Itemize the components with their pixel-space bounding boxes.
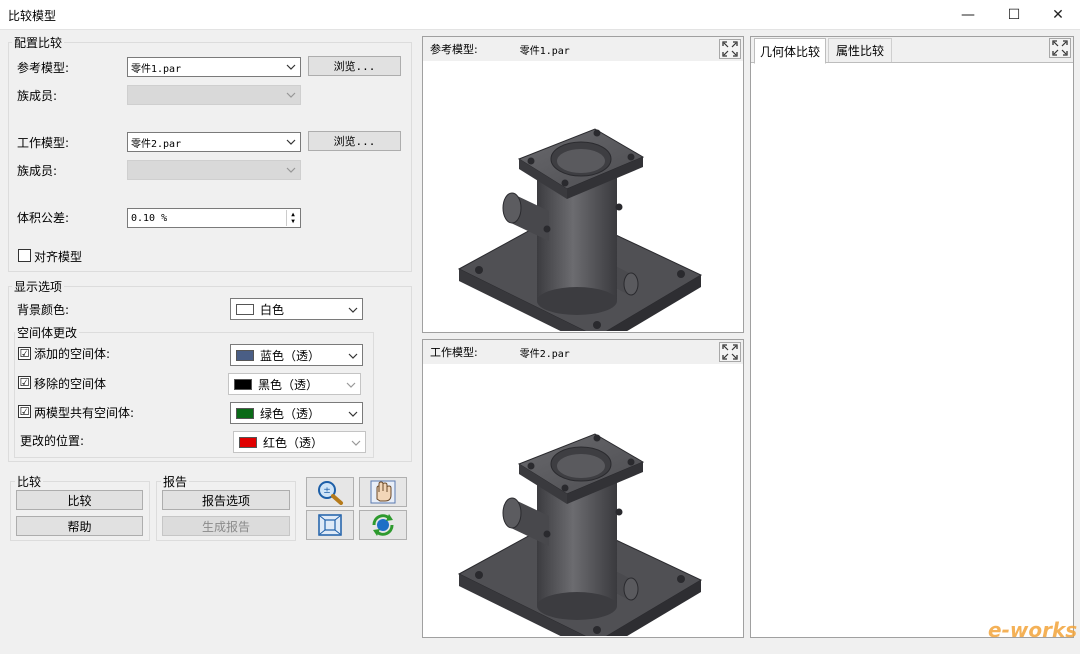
generate-report-button[interactable]: 生成报告 (162, 516, 290, 536)
pan-button[interactable] (359, 477, 407, 507)
chevron-down-icon (286, 64, 296, 70)
ref-model-select[interactable]: 零件1.par (127, 57, 301, 77)
ref-viewer-file: 零件1.par (519, 45, 570, 57)
watermark-logo: e-works (988, 618, 1078, 642)
green-swatch (236, 407, 254, 419)
work-model-value: 零件2.par (131, 138, 182, 150)
spinner-arrows-icon[interactable]: ▲ ▼ (286, 210, 299, 226)
removed-volume-color-select[interactable]: 黑色（透） (228, 373, 361, 395)
maximize-view-icon (1052, 40, 1068, 56)
tab-properties[interactable]: 属性比较 (828, 38, 892, 62)
ref-viewer[interactable]: 参考模型: 零件1.par (422, 36, 744, 333)
work-family-select[interactable] (127, 160, 301, 180)
help-button[interactable]: 帮助 (16, 516, 143, 536)
svg-text:±: ± (323, 486, 331, 496)
maximize-button[interactable]: ☐ (992, 0, 1036, 30)
added-volume-color-select[interactable]: 蓝色（透） (230, 344, 363, 366)
tab-geometry[interactable]: 几何体比较 (754, 38, 826, 64)
work-model-select[interactable]: 零件2.par (127, 132, 301, 152)
work-model-label: 工作模型: (17, 136, 70, 150)
results-panel: 几何体比较 属性比较 (750, 36, 1074, 638)
ref-model-label: 参考模型: (17, 61, 70, 75)
blue-swatch (236, 349, 254, 361)
tolerance-label: 体积公差: (17, 211, 70, 225)
close-button[interactable]: ✕ (1036, 0, 1080, 30)
bg-color-value: 白色 (260, 302, 285, 317)
work-viewer-file: 零件2.par (519, 348, 570, 360)
common-volume-color-select[interactable]: 绿色（透） (230, 402, 363, 424)
work-model-preview (458, 433, 702, 636)
common-volume-color-value: 绿色（透） (260, 406, 321, 421)
changed-position-label: 更改的位置: (20, 434, 85, 448)
report-options-button[interactable]: 报告选项 (162, 490, 290, 510)
display-group-label: 显示选项 (12, 278, 65, 295)
rotate-icon (372, 514, 394, 536)
tolerance-value: 0.10 % (131, 212, 168, 224)
chevron-down-icon (351, 440, 361, 446)
chevron-down-icon (346, 382, 356, 388)
chevron-down-icon (286, 167, 296, 173)
common-volume-label: 两模型共有空间体: (34, 406, 135, 420)
zoom-icon: ± (318, 481, 343, 505)
align-label: 对齐模型 (34, 250, 83, 264)
results-maximize-button[interactable] (1049, 38, 1071, 58)
ref-maximize-button[interactable] (719, 39, 741, 59)
rotate-button[interactable] (359, 510, 407, 540)
window-title: 比较模型 (8, 9, 57, 23)
compare-button[interactable]: 比较 (16, 490, 143, 510)
added-volume-label: 添加的空间体: (34, 347, 111, 361)
title-bar: 比较模型 — ☐ ✕ (0, 0, 1080, 30)
zoom-button[interactable]: ± (306, 477, 354, 507)
fit-icon (318, 514, 342, 536)
added-volume-color-value: 蓝色（透） (260, 348, 321, 363)
work-viewer-label: 工作模型: (430, 346, 478, 359)
work-family-label: 族成员: (17, 164, 58, 178)
browse-work-button[interactable]: 浏览... (308, 131, 401, 151)
ref-family-select[interactable] (127, 85, 301, 105)
removed-volume-checkbox[interactable]: ☑ (18, 376, 31, 389)
compare-group-label: 比较 (15, 473, 44, 490)
fit-button[interactable] (306, 510, 354, 540)
black-swatch (234, 378, 252, 390)
maximize-view-icon (722, 41, 738, 57)
report-group-label: 报告 (161, 473, 190, 490)
tolerance-spinner[interactable]: 0.10 % ▲ ▼ (127, 208, 301, 228)
pan-icon (370, 480, 396, 504)
align-checkbox[interactable] (18, 249, 31, 262)
ref-family-label: 族成员: (17, 89, 58, 103)
common-volume-checkbox[interactable]: ☑ (18, 405, 31, 418)
ref-model-value: 零件1.par (131, 63, 182, 75)
maximize-view-icon (722, 344, 738, 360)
chevron-down-icon (348, 353, 358, 359)
changed-position-color-select[interactable]: 红色（透） (233, 431, 366, 453)
config-group-label: 配置比较 (12, 34, 65, 51)
chevron-down-icon (348, 411, 358, 417)
chevron-down-icon (348, 307, 358, 313)
minimize-button[interactable]: — (946, 0, 990, 30)
work-viewer[interactable]: 工作模型: 零件2.par (422, 339, 744, 638)
changed-position-color-value: 红色（透） (263, 435, 324, 450)
removed-volume-label: 移除的空间体 (34, 377, 107, 391)
removed-volume-color-value: 黑色（透） (258, 377, 319, 392)
work-maximize-button[interactable] (719, 342, 741, 362)
browse-ref-button[interactable]: 浏览... (308, 56, 401, 76)
added-volume-checkbox[interactable]: ☑ (18, 347, 31, 360)
red-swatch (239, 436, 257, 448)
bg-color-select[interactable]: 白色 (230, 298, 363, 320)
work-viewer-header: 工作模型: 零件2.par (423, 340, 743, 364)
ref-model-preview (458, 128, 702, 331)
chevron-down-icon (286, 92, 296, 98)
chevron-down-icon (286, 139, 296, 145)
ref-viewer-label: 参考模型: (430, 43, 478, 56)
bg-color-label: 背景颜色: (17, 303, 70, 317)
bg-swatch (236, 303, 254, 315)
ref-viewer-header: 参考模型: 零件1.par (423, 37, 743, 61)
space-change-label: 空间体更改 (15, 324, 80, 341)
